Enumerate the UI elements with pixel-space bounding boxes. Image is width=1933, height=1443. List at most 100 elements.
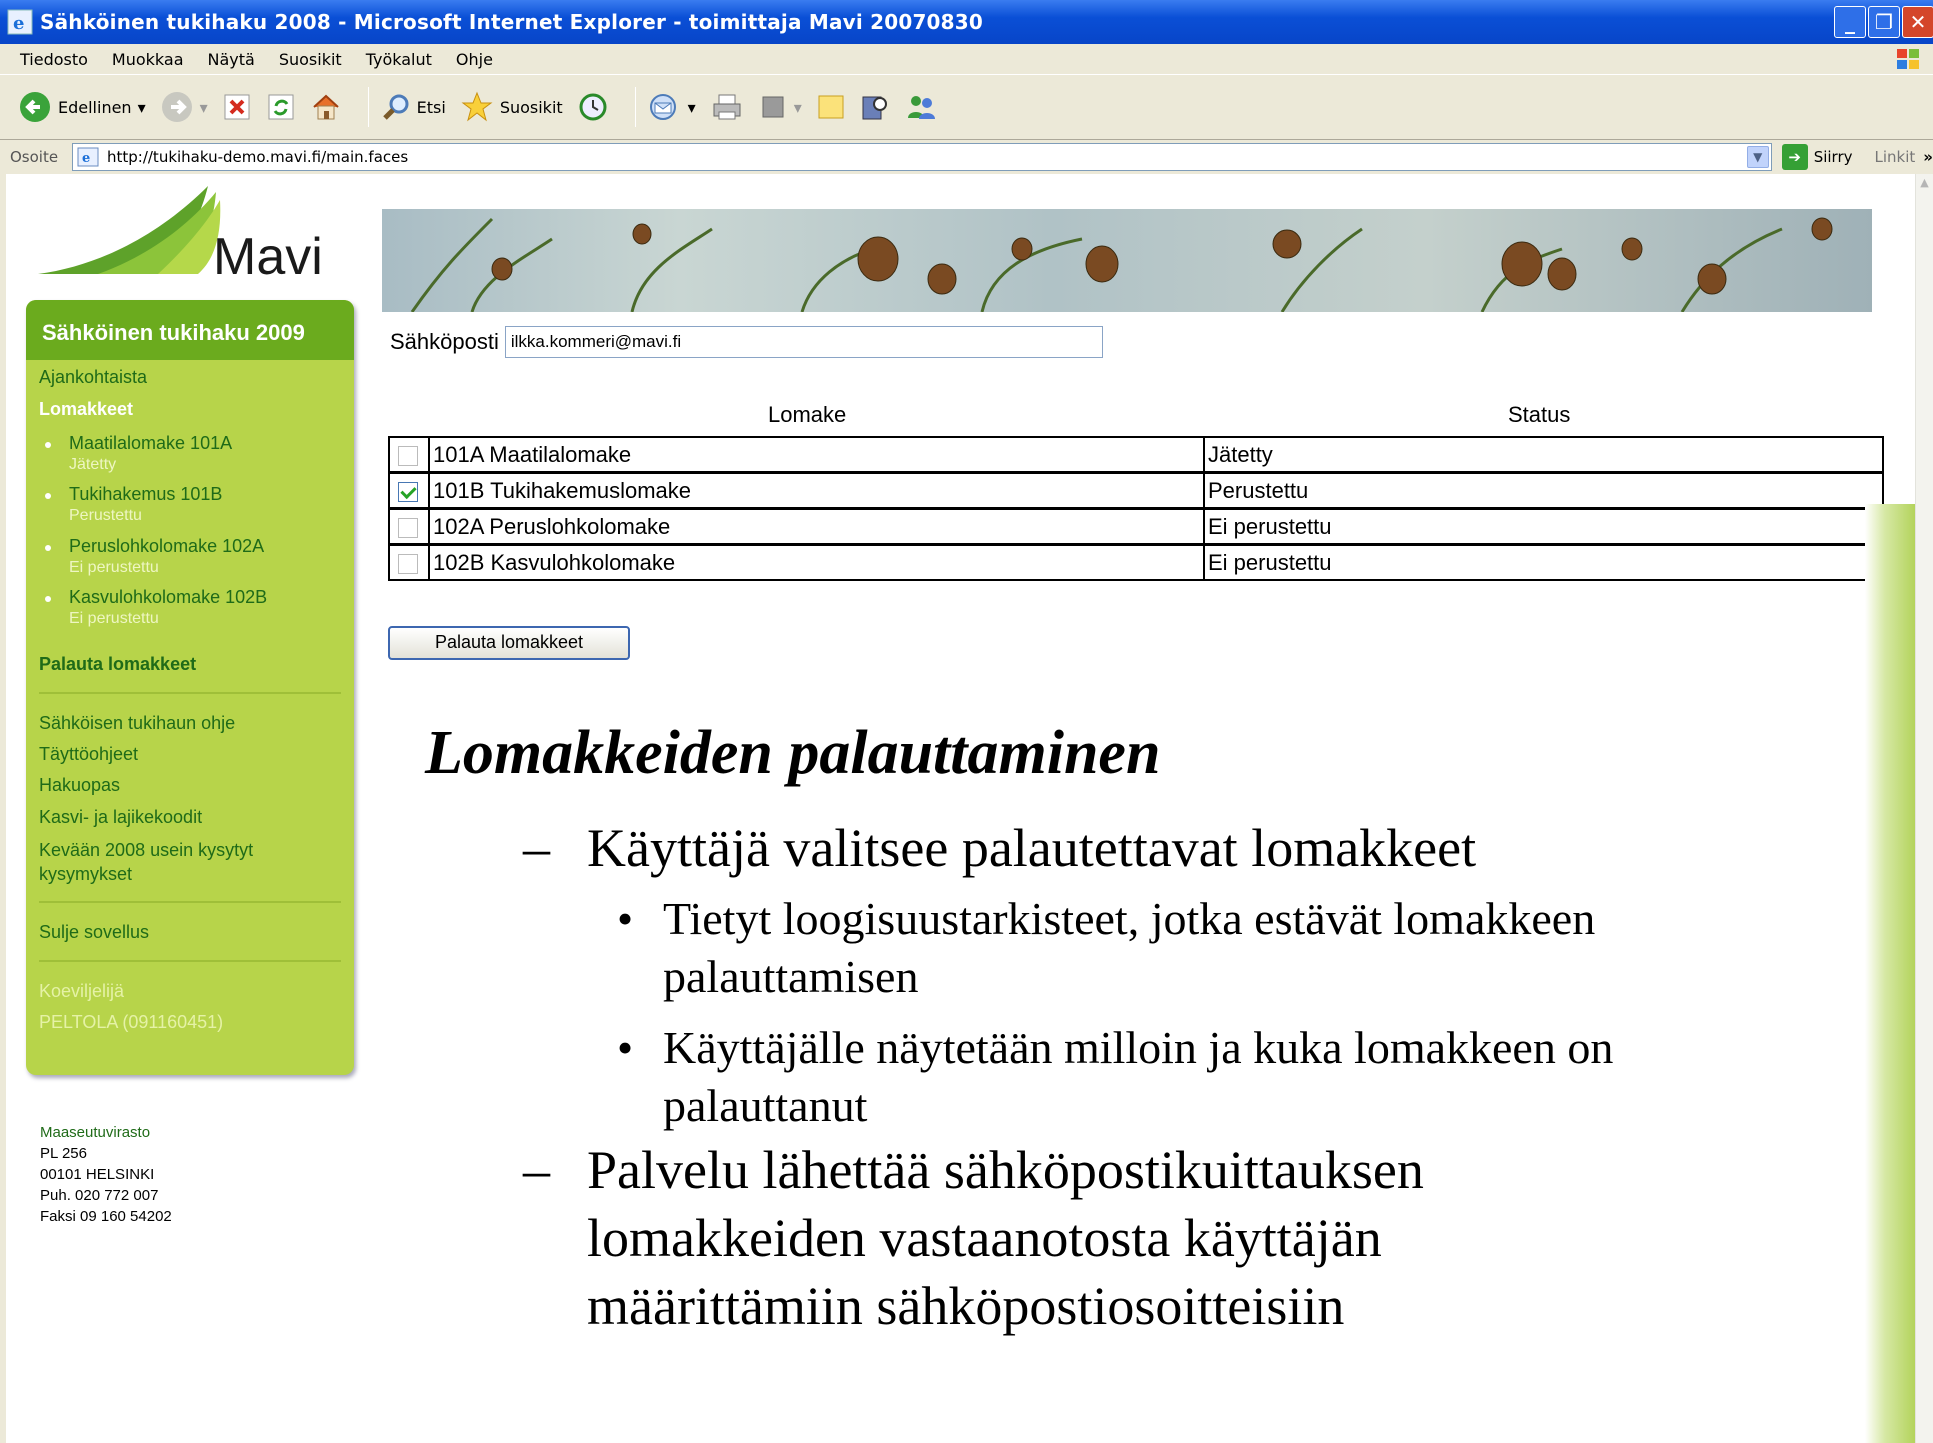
slide-subpoint-text: Käyttäjälle näytetään milloin ja kuka lo…: [663, 1022, 1614, 1073]
table-row: 102A Peruslohkolomake Ei perustettu: [388, 508, 1884, 545]
menu-edit[interactable]: Muokkaa: [112, 50, 184, 69]
search-button[interactable]: Etsi: [381, 92, 446, 122]
form-cell: 102B Kasvulohkolomake: [428, 546, 1203, 579]
toolbar-separator: [634, 87, 636, 127]
toolbar: Edellinen ▾ ▾ Etsi Suosikit ▾ ▾: [0, 74, 1933, 140]
row-checkbox[interactable]: [398, 554, 418, 574]
browser-window: e Sähköinen tukihaku 2008 - Microsoft In…: [0, 0, 1933, 1443]
edit-button[interactable]: ▾: [758, 92, 802, 122]
column-header-status: Status: [1508, 402, 1571, 427]
messenger-button[interactable]: [904, 92, 938, 122]
sidebar-item-fill-instructions[interactable]: Täyttöohjeet: [39, 744, 138, 765]
status-cell: Ei perustettu: [1203, 546, 1332, 579]
row-checkbox[interactable]: [398, 446, 418, 466]
sidebar-divider: [39, 901, 341, 903]
sidebar-item-form-102b[interactable]: Kasvulohkolomake 102B: [69, 587, 267, 608]
return-forms-button[interactable]: Palauta lomakkeet: [388, 626, 630, 660]
table-row: 102B Kasvulohkolomake Ei perustettu: [388, 544, 1884, 581]
bullet-icon: [45, 442, 51, 448]
links-chevron-icon[interactable]: »: [1923, 148, 1933, 166]
scroll-up-icon[interactable]: ▲: [1917, 176, 1932, 192]
slide-point-text: Palvelu lähettää sähköpostikuittauksen: [587, 1140, 1424, 1200]
window-title: Sähköinen tukihaku 2008 - Microsoft Inte…: [40, 10, 984, 34]
links-label[interactable]: Linkit: [1875, 148, 1916, 166]
sidebar-item-form-101a[interactable]: Maatilalomake 101A: [69, 433, 232, 454]
menu-file[interactable]: Tiedosto: [20, 50, 88, 69]
refresh-button[interactable]: [266, 92, 296, 122]
back-button[interactable]: Edellinen ▾: [18, 90, 146, 124]
stop-icon: [224, 94, 250, 120]
go-arrow-icon: ➔: [1781, 144, 1808, 170]
slide-point-text: Käyttäjä valitsee palautettavat lomakkee…: [587, 818, 1477, 878]
agency-po-box: PL 256: [40, 1145, 87, 1162]
chevron-down-icon[interactable]: ▾: [200, 98, 208, 117]
slide-subpoint-text: Tietyt loogisuustarkisteet, jotka estävä…: [663, 893, 1596, 944]
mail-button[interactable]: ▾: [648, 92, 696, 122]
dash-marker: –: [523, 1140, 550, 1200]
sidebar-title: Sähköinen tukihaku 2009: [26, 300, 354, 360]
sidebar: Sähköinen tukihaku 2009 Ajankohtaista Lo…: [26, 300, 354, 1075]
chevron-down-icon[interactable]: ▾: [794, 98, 802, 117]
menu-view[interactable]: Näytä: [208, 50, 255, 69]
go-button[interactable]: ➔ Siirry: [1781, 144, 1853, 170]
email-label: Sähköposti: [390, 329, 499, 354]
bullet-marker: •: [617, 1022, 634, 1073]
menu-help[interactable]: Ohje: [456, 50, 493, 69]
maximize-button[interactable]: ❐: [1868, 6, 1900, 38]
menu-tools[interactable]: Työkalut: [366, 50, 432, 69]
bullet-icon: [45, 493, 51, 499]
table-row: 101B Tukihakemuslomake Perustettu: [388, 472, 1884, 509]
form-cell: 101A Maatilalomake: [428, 438, 1203, 471]
chevron-down-icon[interactable]: ▼: [1746, 146, 1769, 168]
sidebar-item-close-app[interactable]: Sulje sovellus: [39, 922, 149, 943]
research-button[interactable]: [860, 92, 890, 122]
address-bar: Osoite e http://tukihaku-demo.mavi.fi/ma…: [0, 140, 1933, 174]
chevron-down-icon[interactable]: ▾: [138, 98, 146, 117]
sidebar-item-help[interactable]: Sähköisen tukihaun ohje: [39, 713, 235, 734]
bullet-marker: •: [617, 893, 634, 944]
stop-button[interactable]: [222, 92, 252, 122]
favorites-button[interactable]: Suosikit: [460, 90, 563, 124]
window-border: [0, 174, 6, 1443]
row-checkbox[interactable]: [398, 518, 418, 538]
address-input[interactable]: e http://tukihaku-demo.mavi.fi/main.face…: [71, 143, 1772, 171]
menu-favorites[interactable]: Suosikit: [279, 50, 342, 69]
close-button[interactable]: ✕: [1902, 6, 1933, 38]
mail-icon: [649, 94, 676, 120]
forward-button[interactable]: ▾: [160, 90, 208, 124]
sidebar-item-return-forms[interactable]: Palauta lomakkeet: [39, 654, 196, 675]
mavi-logo: Mavi: [38, 186, 323, 286]
sidebar-item-form-102a[interactable]: Peruslohkolomake 102A: [69, 536, 264, 557]
slide-overlay: Lomakkeiden palauttaminen – Käyttäjä val…: [385, 712, 1865, 1443]
messenger-icon: [907, 96, 935, 119]
ie-icon: e: [7, 9, 33, 35]
minimize-button[interactable]: _: [1834, 6, 1866, 38]
print-button[interactable]: [710, 92, 744, 122]
slide-point-text: lomakkeiden vastaanotosta käyttäjän: [587, 1208, 1382, 1268]
windows-flag-icon: [1897, 49, 1919, 69]
back-arrow-icon: [20, 92, 50, 122]
sidebar-item-codes[interactable]: Kasvi- ja lajikekoodit: [39, 807, 202, 828]
sidebar-item-faq[interactable]: Kevään 2008 usein kysytyt kysymykset: [39, 838, 299, 886]
bullet-icon: [45, 596, 51, 602]
home-button[interactable]: [310, 91, 342, 123]
sidebar-item-form-101b[interactable]: Tukihakemus 101B: [69, 484, 222, 505]
logo-text: Mavi: [213, 228, 323, 286]
research-icon: [862, 96, 887, 120]
row-checkbox-checked[interactable]: [398, 482, 418, 502]
agency-name: Maaseutuvirasto: [40, 1124, 151, 1141]
chevron-down-icon[interactable]: ▾: [688, 98, 696, 117]
dash-marker: –: [523, 818, 550, 878]
discuss-button[interactable]: [816, 92, 846, 122]
sidebar-item-current[interactable]: Ajankohtaista: [39, 367, 147, 388]
email-field[interactable]: [504, 326, 1103, 358]
go-label: Siirry: [1813, 148, 1853, 166]
menu-bar: Tiedosto Muokkaa Näytä Suosikit Työkalut…: [0, 44, 1933, 74]
vertical-scrollbar[interactable]: ▲: [1915, 174, 1933, 1443]
refresh-icon: [268, 94, 294, 120]
history-button[interactable]: [577, 91, 609, 123]
sidebar-item-guide[interactable]: Hakuopas: [39, 775, 120, 796]
search-icon: [382, 94, 409, 120]
agency-city: 00101 HELSINKI: [40, 1166, 155, 1183]
sidebar-divider: [39, 960, 341, 962]
